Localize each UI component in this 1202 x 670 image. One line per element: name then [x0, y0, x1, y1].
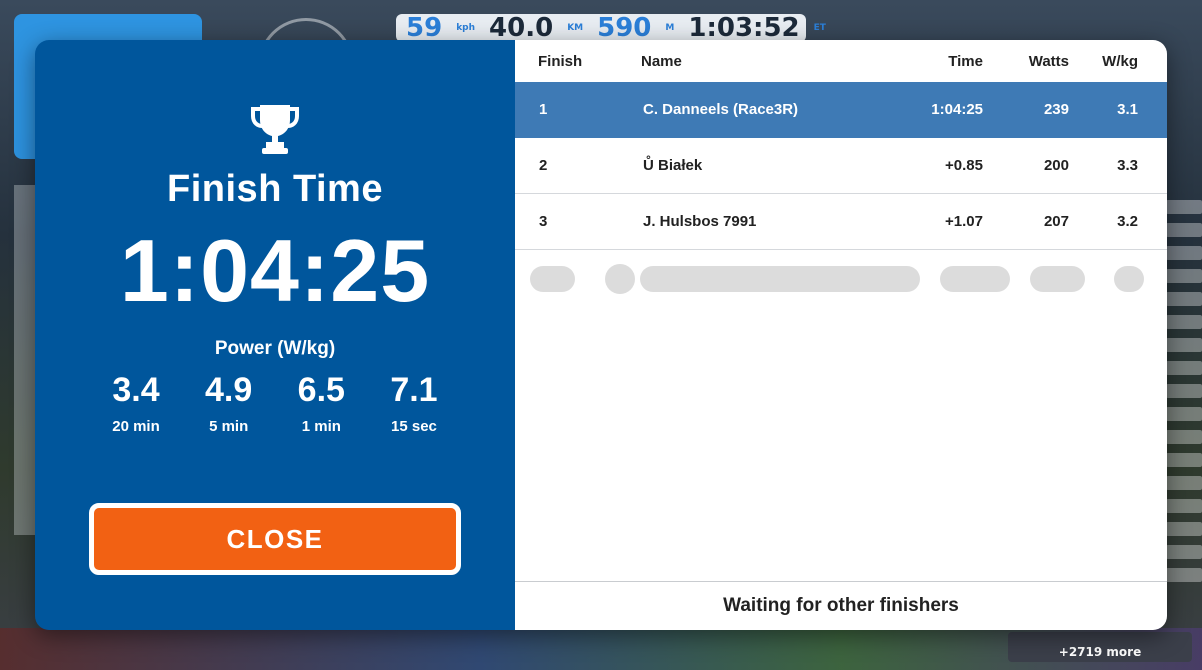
placeholder-name	[640, 266, 920, 292]
cell-wkg: 3.3	[1117, 157, 1138, 174]
results-table: Finish Name Time Watts W/kg 1 C. Danneel…	[515, 40, 1167, 630]
hud-speed: 59	[406, 13, 443, 43]
table-header: Finish Name Time Watts W/kg	[515, 40, 1167, 82]
waiting-message: Waiting for other finishers	[515, 581, 1167, 630]
power-label: Power (W/kg)	[214, 338, 336, 359]
trophy-icon	[251, 105, 299, 154]
header-watts[interactable]: Watts	[983, 53, 1069, 70]
finish-time: 1:04:25	[119, 221, 431, 320]
finish-title: Finish Time	[167, 168, 383, 210]
placeholder-watts	[1030, 266, 1085, 292]
power-stat: 4.9 5 min	[183, 368, 275, 435]
hud-more-riders[interactable]: +2719 more	[1008, 632, 1192, 662]
table-row[interactable]: 1 C. Danneels (Race3R) 1:04:25 239 3.1	[515, 82, 1167, 138]
cell-time: +0.85	[945, 157, 983, 174]
cell-finish: 1	[539, 101, 548, 118]
hud-rider-list-right	[1166, 200, 1202, 630]
cell-watts: 207	[1043, 213, 1069, 230]
placeholder-time	[940, 266, 1010, 292]
header-wkg[interactable]: W/kg	[1069, 53, 1144, 70]
hud-elapsed-time: 1:03:52	[688, 13, 800, 43]
race-results-modal: Finish Time 1:04:25 Power (W/kg) 3.4 20 …	[35, 40, 1167, 630]
cell-time: 1:04:25	[931, 101, 983, 118]
hud-elevation: 590	[597, 13, 652, 43]
power-stat-duration: 1 min	[301, 418, 341, 435]
table-row[interactable]: 3 J. Hulsbos 7991 +1.07 207 3.2	[515, 194, 1167, 250]
cell-finish: 2	[539, 157, 548, 174]
header-finish[interactable]: Finish	[515, 53, 640, 70]
hud-distance-unit: KM	[567, 22, 584, 33]
power-stat-duration: 15 sec	[391, 418, 437, 435]
power-stat: 3.4 20 min	[90, 368, 182, 435]
power-stat-value: 3.4	[112, 371, 160, 409]
power-stat-duration: 20 min	[112, 418, 160, 435]
cell-wkg: 3.2	[1117, 213, 1138, 230]
hud-top-bar: 59 kph 40.0 KM 590 M 1:03:52 ET	[396, 13, 826, 43]
cell-wkg: 3.1	[1117, 101, 1138, 118]
power-stat-duration: 5 min	[209, 418, 249, 435]
hud-speed-unit: kph	[456, 22, 476, 33]
placeholder-wkg	[1114, 266, 1144, 292]
placeholder-finish	[530, 266, 575, 292]
loading-placeholder-row	[515, 264, 1167, 294]
hud-distance: 40.0	[489, 13, 554, 43]
power-stat-value: 6.5	[297, 371, 345, 409]
header-name[interactable]: Name	[640, 53, 900, 70]
header-time[interactable]: Time	[900, 53, 983, 70]
cell-finish: 3	[539, 213, 548, 230]
cell-name: J. Hulsbos 7991	[643, 213, 757, 230]
placeholder-avatar	[605, 264, 635, 294]
cell-watts: 239	[1043, 101, 1069, 118]
table-row[interactable]: 2 Ů Białek +0.85 200 3.3	[515, 138, 1167, 194]
cell-watts: 200	[1043, 157, 1069, 174]
hud-elevation-unit: M	[665, 22, 675, 33]
cell-name: Ů Białek	[643, 157, 703, 174]
power-stat: 6.5 1 min	[275, 368, 367, 435]
cell-name: C. Danneels (Race3R)	[643, 101, 799, 118]
cell-time: +1.07	[945, 213, 983, 230]
finish-summary-panel: Finish Time 1:04:25 Power (W/kg) 3.4 20 …	[35, 40, 515, 630]
close-button[interactable]: CLOSE	[89, 503, 461, 575]
power-stat: 7.1 15 sec	[368, 368, 460, 435]
power-stat-value: 7.1	[390, 371, 438, 409]
hud-elapsed-unit: ET	[813, 22, 826, 33]
power-stats: 3.4 20 min 4.9 5 min 6.5 1 min 7.1 15 se…	[90, 368, 460, 435]
power-stat-value: 4.9	[205, 371, 253, 409]
